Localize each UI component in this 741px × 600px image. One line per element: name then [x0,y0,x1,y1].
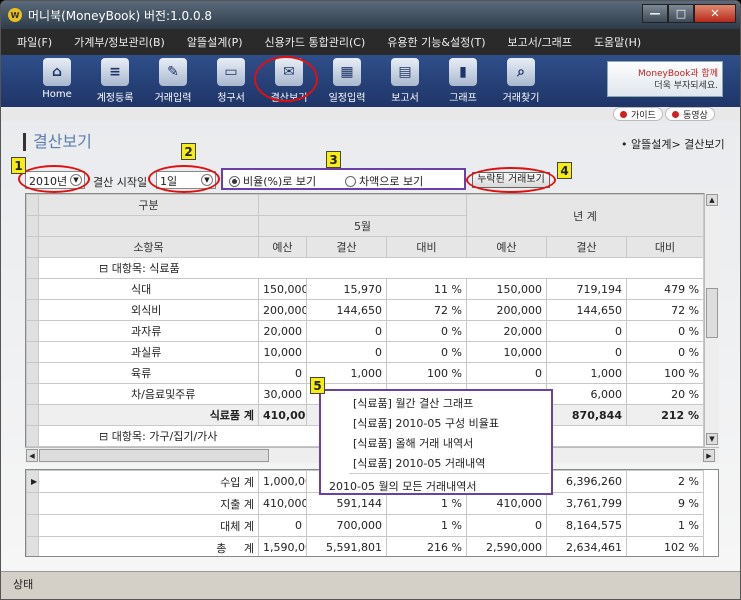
menu-divider [349,473,549,474]
scroll-thumb[interactable] [39,449,269,462]
transaction-input-icon: ✎ [159,58,187,86]
table-row[interactable]: 과자류 20,000 0 0 % 20,000 0 0 % [26,320,705,342]
context-menu-item[interactable]: [식료품] 2010-05 거래내역 [353,455,485,471]
toolbar-account-button[interactable]: ≡ 계정등록 [86,55,144,104]
badge-4: 4 [557,162,572,179]
header-col: 결산 [546,236,627,258]
page-title: 결산보기 [23,133,92,151]
header-col: 대비 [625,236,705,258]
view-mode-group: 비율(%)로 보기 차액으로 보기 [221,168,466,190]
context-menu-item[interactable]: 2010-05 월의 모든 거래내역서 [329,478,477,494]
table-row[interactable]: 육류 0 1,000 100 % 0 1,000 100 % [26,362,705,384]
menu-ledger[interactable]: 가계부/정보관리(B) [74,34,165,50]
video-icon [672,110,679,118]
search-icon: ⌕ [507,58,535,86]
radio-unselected-icon [345,175,356,187]
menu-file[interactable]: 파일(F) [17,34,52,50]
category-row[interactable]: ⊟ 대항목: 식료품 [26,257,705,279]
summary-row[interactable]: 지출 계 410,000 591,144 1 % 410,000 3,761,799 9 % [26,492,704,515]
vertical-scrollbar[interactable]: ▲ ▼ [704,193,719,447]
category-label: ⊟ 대항목: 식료품 [37,257,705,279]
toolbar-search-button[interactable]: ⌕ 거래찾기 [492,55,550,104]
header-col: 결산 [306,236,387,258]
guide-link[interactable]: 가이드 [613,107,663,121]
home-icon: ⌂ [43,58,71,86]
toolbar-graph-button[interactable]: ▮ 그래프 [434,55,492,104]
menu-bar: 파일(F) 가계부/정보관리(B) 알뜰설계(P) 신용카드 통합관리(C) 유… [1,29,740,55]
highlight-circle [148,165,220,193]
card-bill-icon: ▭ [217,58,245,86]
context-menu-item[interactable]: [식료품] 월간 결산 그래프 [353,395,473,411]
toolbar-transaction-button[interactable]: ✎ 거래입력 [144,55,202,104]
header-blank [258,194,467,216]
badge-1: 1 [11,157,26,174]
summary-row[interactable]: 대체 계 0 700,000 1 % 0 8,164,575 1 % [26,514,704,537]
graph-icon: ▮ [449,58,477,86]
badge-2: 2 [181,143,196,160]
header-subitem: 소항목 [38,236,259,258]
scroll-up-icon[interactable]: ▲ [706,194,718,206]
menu-planning[interactable]: 알뜰설계(P) [187,34,243,50]
radio-diff[interactable]: 차액으로 보기 [345,173,423,189]
header-col: 예산 [258,236,307,258]
summary-row[interactable]: 총 계1,590,0005,591,801216 %2,590,0002,634… [26,536,704,556]
header-group: 구분 [38,194,259,216]
guide-icon [620,110,627,118]
toolbar-bill-button[interactable]: ▭ 청구서 [202,55,260,104]
header-col: 대비 [386,236,467,258]
breadcrumb: • 알뜰설계> 결산보기 [621,138,725,151]
highlight-circle [18,165,90,193]
report-icon: ▤ [391,58,419,86]
radio-ratio[interactable]: 비율(%)로 보기 [229,173,316,189]
table-row[interactable]: 과실류 10,000 0 0 % 10,000 0 0 % [26,341,705,363]
highlight-circle [254,56,318,102]
app-window: W 머니북(MoneyBook) 버전:1.0.0.8 — □ ✕ 파일(F) … [0,0,741,600]
scroll-down-icon[interactable]: ▼ [706,433,718,445]
highlight-circle [466,167,556,193]
scroll-thumb[interactable] [706,288,718,338]
context-menu-item[interactable]: [식료품] 올해 거래 내역서 [353,435,473,451]
toolbar-report-button[interactable]: ▤ 보고서 [376,55,434,104]
start-day-label: 결산 시작일 [93,176,148,189]
app-logo-icon: W [8,8,22,22]
window-title: 머니북(MoneyBook) 버전:1.0.0.8 [28,8,213,23]
menu-tools[interactable]: 유용한 기능&설정(T) [387,34,485,50]
scroll-right-icon[interactable]: ▶ [703,449,715,462]
menu-reports[interactable]: 보고서/그래프 [508,34,572,50]
account-register-icon: ≡ [101,58,129,86]
window-controls: — □ ✕ [642,4,736,23]
badge-3: 3 [326,151,341,168]
badge-5: 5 [310,377,325,394]
title-bar: W 머니북(MoneyBook) 버전:1.0.0.8 — □ ✕ [1,1,740,29]
header-month: 5월 [258,215,467,237]
header-col: 예산 [466,236,547,258]
ad-banner[interactable]: MoneyBook과 함께 더욱 부자되세요. [607,61,723,97]
minimize-icon[interactable]: — [642,4,668,23]
toolbar-schedule-button[interactable]: ▦ 일정입력 [318,55,376,104]
menu-help[interactable]: 도움말(H) [594,34,641,50]
ad-line2: 더욱 부자되세요. [654,81,718,91]
context-menu-item[interactable]: [식료품] 2010-05 구성 비율표 [353,415,499,431]
status-bar: 상태 [1,571,740,599]
scroll-left-icon[interactable]: ◀ [26,449,38,462]
menu-credit-card[interactable]: 신용카드 통합관리(C) [265,34,366,50]
calendar-icon: ▦ [333,58,361,86]
video-link[interactable]: 동영상 [665,107,715,121]
table-row[interactable]: 외식비 200,000 144,650 72 % 200,000 144,650 72 % [26,299,705,321]
ad-line1: MoneyBook과 함께 [638,69,718,79]
close-icon[interactable]: ✕ [694,4,736,23]
header-year: 년 계 [465,194,705,237]
radio-selected-icon [229,175,240,187]
maximize-icon[interactable]: □ [668,4,694,23]
context-menu: [식료품] 월간 결산 그래프 [식료품] 2010-05 구성 비율표 [식료… [319,389,553,495]
table-row[interactable]: 식대 150,000 15,970 11 % 150,000 719,194 479 % [26,278,705,300]
toolbar-home-button[interactable]: ⌂ Home [28,55,86,100]
row-selector-icon: ▶ [26,470,39,493]
